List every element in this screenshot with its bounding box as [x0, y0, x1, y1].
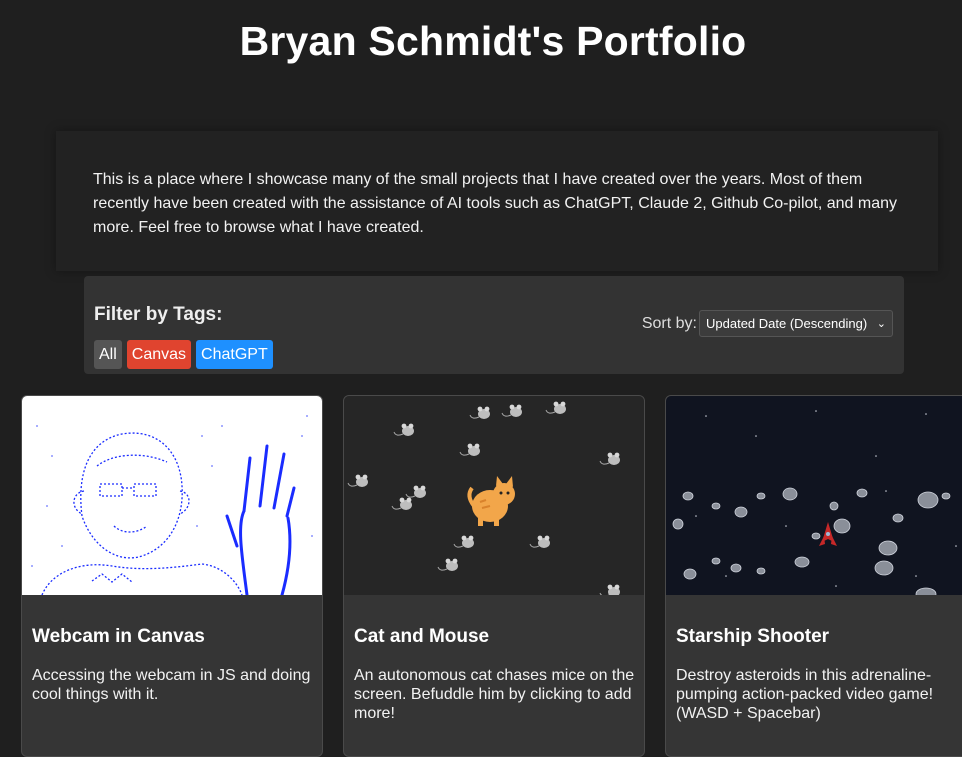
page-title: Bryan Schmidt's Portfolio — [239, 18, 747, 64]
project-card-cat-and-mouse[interactable]: Cat and Mouse An autonomous cat chases m… — [343, 395, 645, 757]
project-description: Destroy asteroids in this adrenaline-pum… — [676, 667, 934, 722]
project-title[interactable]: Starship Shooter — [676, 626, 829, 648]
project-card-webcam[interactable]: Webcam in Canvas Accessing the webcam in… — [21, 395, 323, 757]
tag-canvas-button[interactable]: Canvas — [126, 340, 192, 369]
chevron-down-icon: ⌄ — [876, 318, 886, 330]
intro-text: This is a place where I showcase many of… — [93, 171, 897, 236]
webcam-sketch-image — [31, 415, 313, 595]
starship-shooter-thumbnail[interactable] — [666, 396, 962, 595]
tag-chatgpt-button[interactable]: ChatGPT — [196, 340, 273, 369]
sort-control: Sort by: Updated Date (Descending) ⌄ — [642, 310, 893, 337]
cat-and-mouse-image — [347, 401, 621, 595]
project-title[interactable]: Cat and Mouse — [354, 626, 489, 648]
webcam-thumbnail[interactable] — [22, 396, 322, 595]
tag-list: All Canvas ChatGPT — [94, 340, 273, 369]
project-description: Accessing the webcam in JS and doing coo… — [32, 667, 311, 703]
cat-and-mouse-thumbnail[interactable] — [344, 396, 644, 595]
sort-select-value: Updated Date (Descending) — [706, 316, 868, 331]
project-card-starship-shooter[interactable]: Starship Shooter Destroy asteroids in th… — [665, 395, 962, 757]
intro-panel: This is a place where I showcase many of… — [56, 131, 938, 271]
filter-title: Filter by Tags: — [94, 304, 223, 325]
project-title[interactable]: Webcam in Canvas — [32, 626, 205, 648]
tag-all-button[interactable]: All — [94, 340, 122, 369]
cat-icon — [467, 476, 515, 526]
sort-select[interactable]: Updated Date (Descending) ⌄ — [699, 310, 893, 337]
starship-shooter-image — [672, 410, 957, 595]
project-description: An autonomous cat chases mice on the scr… — [354, 667, 635, 722]
filter-panel: Filter by Tags: All Canvas ChatGPT Sort … — [84, 276, 904, 374]
sort-label: Sort by: — [641, 314, 697, 332]
